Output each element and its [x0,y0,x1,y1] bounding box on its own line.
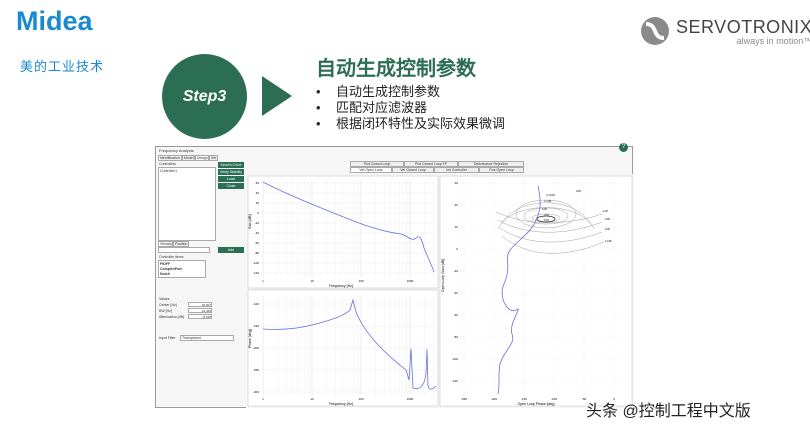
tab-vel-controller[interactable]: Vel Controller [434,167,479,173]
servotronix-icon [641,17,669,45]
add-button[interactable]: Add [218,247,244,253]
bw-input[interactable]: 21.465 [188,308,212,313]
load-button[interactable]: Load [218,176,244,182]
contour-label: -1dB [602,209,608,213]
phase-xtick: 1000 [407,397,414,401]
bullet-item: 匹配对应滤波器 [314,100,505,116]
center-input[interactable]: 92.907 [188,302,212,307]
controller-item[interactable]: Controller1 [160,169,177,173]
plots-area: Gain [dB] Frequency [Hz] 60 40 20 0 -20 … [246,174,634,408]
phase-xtick: 10 [310,397,314,401]
servotronix-logo: SERVOTRONIX always in motion™ [640,16,810,46]
tab-vel-open-loop[interactable]: Vel Open Loop [350,167,392,173]
verify-stability-button[interactable]: Verify Stability [218,169,244,175]
tab-pos-open-loop[interactable]: Pos Open Loop [479,167,524,173]
phase-ytick: -150 [253,324,259,328]
step-bullets: 自动生成控制参数 匹配对应滤波器 根据闭环特性及实际效果微调 [314,84,505,132]
nichols-ytick: -80 [454,335,459,339]
contour-label: -6dB [604,227,610,231]
tab-model[interactable]: Model [182,155,195,161]
contour-label: 0.25dB [546,193,555,197]
mag-xtick: 10 [310,279,314,283]
step-badge: Step3 [162,54,247,139]
input-filter-select[interactable]: Transparent [180,335,234,341]
tab-vel-closed-loop[interactable]: Vel Closed Loop [392,167,434,173]
help-icon[interactable]: ? [619,143,628,152]
step-arrow [262,76,292,116]
nichols-ytick: -40 [454,291,459,295]
send-to-drive-button[interactable]: Send to Drive [218,162,244,168]
mag-xtick: 1000 [407,279,414,283]
contour-label: 1dB [542,207,547,211]
mag-xtick: 100 [358,279,363,283]
window-title: Frequency Analysis [159,148,194,153]
mag-ytick: -60 [255,241,260,245]
mag-ytick: -20 [255,221,260,225]
values-label: Values [159,297,170,301]
mag-ytick: -120 [253,271,259,275]
nichols-xtick: -250 [461,397,467,401]
item-notch[interactable]: Notch [160,272,170,276]
item-type-select[interactable] [158,247,210,253]
attenuation-label: Attenuation [dB] [159,315,184,319]
mag-ytick: 60 [256,181,260,185]
step-title: 自动生成控制参数 [316,58,476,80]
phase-xlabel: Frequency [Hz] [329,402,353,406]
contour-label: 6dB [544,218,549,222]
nichols-xtick: -150 [521,397,527,401]
nichols-ytick: -60 [454,313,459,317]
phase-ytick: -300 [253,390,259,394]
phase-ylabel: Phase [deg] [248,329,252,348]
mag-ytick: 20 [256,201,260,205]
contour-label: 3dB [544,213,549,217]
contour-label: -12dB [604,239,612,243]
mag-ytick: -40 [255,231,260,235]
mag-xlabel: Frequency [Hz] [329,284,353,288]
bullet-item: 自动生成控制参数 [314,84,505,100]
tab-design[interactable]: Design [195,155,209,161]
controllers-list[interactable]: Controller1 [158,167,216,241]
phase-xtick: 100 [358,397,363,401]
phase-ytick: -250 [253,368,259,372]
nichols-ytick: 40 [455,203,459,207]
center-label: Center [Hz] [159,303,177,307]
item-complexpole[interactable]: ComplexPole [160,267,182,271]
phase-ytick: -100 [253,302,259,306]
watermark: 头条 @控制工程中文版 [586,403,751,420]
nichols-xtick: -100 [551,397,557,401]
frequency-analysis-window: Frequency Analysis ? Identification Mode… [155,143,634,408]
nichols-ytick: 20 [455,225,459,229]
item-pidff[interactable]: PIDFF [160,262,170,266]
nichols-ytick: -100 [452,357,458,361]
nichols-ylabel: Open Loop Gain [dB] [441,259,445,292]
midea-subtitle: 美的工业技术 [20,59,105,74]
contour-label: 0dB [576,189,581,193]
controllers-label: Controllers [159,162,176,166]
controller-items-list[interactable]: PIDFF ComplexPole Notch [158,260,206,278]
controller-items-label: Controller items [159,255,184,259]
nichols-xtick: -200 [491,397,497,401]
contour-label: 0.5dB [544,199,551,203]
contour-label: -3dB [604,217,610,221]
nichols-ytick: -20 [454,269,459,273]
nichols-ytick: -120 [452,379,458,383]
mag-ytick: -100 [253,261,259,265]
tab-set[interactable]: Set [209,155,218,161]
attenuation-input[interactable]: -8.635 [188,314,212,319]
tab-identification[interactable]: Identification [158,155,182,161]
mag-ytick: 40 [256,191,260,195]
servotronix-name: SERVOTRONIX [676,16,810,37]
phase-ytick: -200 [253,346,259,350]
mag-ytick: -80 [255,251,260,255]
input-filter-label: Input Filter [159,336,176,340]
close-button[interactable]: Close [218,183,244,189]
bullet-item: 根据闭环特性及实际效果微调 [314,116,505,132]
nichols-ytick: 60 [455,181,459,185]
nichols-xlabel: Open Loop Phase [deg] [518,402,555,406]
mag-ylabel: Gain [dB] [248,214,252,229]
bw-label: BW [Hz] [159,309,172,313]
midea-logo: Midea [16,6,93,36]
